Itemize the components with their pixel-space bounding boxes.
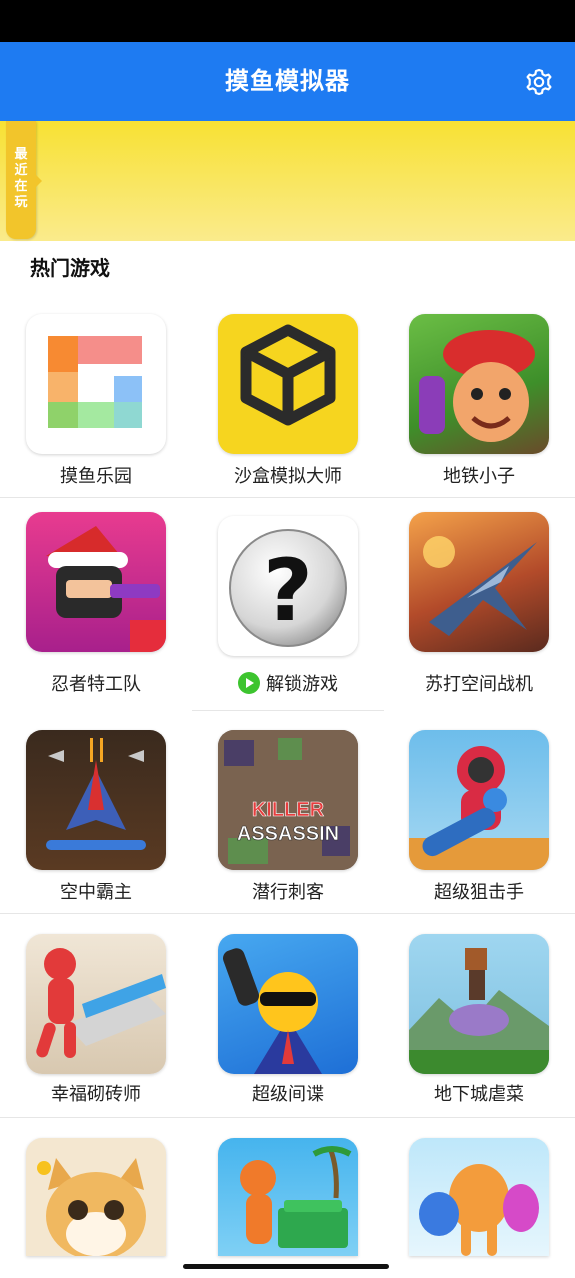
row-divider (192, 710, 384, 711)
app-header: 摸鱼模拟器 (0, 42, 575, 121)
brick-builder-icon (26, 934, 166, 1074)
game-title: 超级狙击手 (434, 882, 524, 903)
fighter-jet-icon (409, 512, 549, 652)
recently-played-label: 最 近 在 玩 (14, 147, 28, 210)
icon-title-top: KILLER (252, 799, 325, 821)
game-title: 地铁小子 (443, 466, 515, 487)
unlock-game-label[interactable]: 解锁游戏 (198, 670, 378, 696)
super-sniper-icon (409, 730, 549, 870)
game-title: 苏打空间战机 (425, 674, 533, 695)
sky-fighter-icon (26, 730, 166, 870)
status-bar (0, 0, 575, 42)
color-blobs-icon (409, 1138, 549, 1256)
game-title: 潜行刺客 (252, 882, 324, 903)
settings-gear-icon[interactable] (524, 67, 554, 97)
section-title: 热门游戏 (30, 256, 110, 280)
ninja-agent-icon (26, 512, 166, 652)
question-mark-icon: ? (218, 516, 358, 656)
grid-logo-icon (26, 314, 166, 454)
icon-title-bottom: ASSASSIN (237, 823, 339, 845)
sandbox-cube-icon (218, 314, 358, 454)
super-spy-icon (218, 934, 358, 1074)
home-indicator (183, 1264, 389, 1269)
row-divider (0, 1117, 575, 1118)
game-title: 摸鱼乐园 (60, 466, 132, 487)
subway-boy-icon (409, 314, 549, 454)
game-title: 超级间谍 (252, 1084, 324, 1105)
recently-played-tab[interactable]: 最 近 在 玩 (6, 121, 42, 239)
svg-text:?: ? (263, 541, 313, 641)
app-title: 摸鱼模拟器 (225, 67, 350, 95)
game-title: 地下城虐菜 (434, 1084, 524, 1105)
game-title: 忍者特工队 (51, 674, 141, 695)
game-title: 空中霸主 (60, 882, 132, 903)
unlock-text: 解锁游戏 (266, 674, 338, 695)
play-icon (238, 672, 260, 694)
tab-arrow (36, 175, 42, 187)
dungeon-pixel-icon (409, 934, 549, 1074)
banner[interactable] (0, 121, 575, 241)
row-divider (0, 497, 575, 498)
row-divider (0, 913, 575, 914)
game-title: 幸福砌砖师 (51, 1084, 141, 1105)
killer-assassin-icon: KILLER ASSASSIN (218, 730, 358, 870)
game-title: 沙盒模拟大师 (234, 466, 342, 487)
money-runner-icon (218, 1138, 358, 1256)
shiba-dog-icon (26, 1138, 166, 1256)
